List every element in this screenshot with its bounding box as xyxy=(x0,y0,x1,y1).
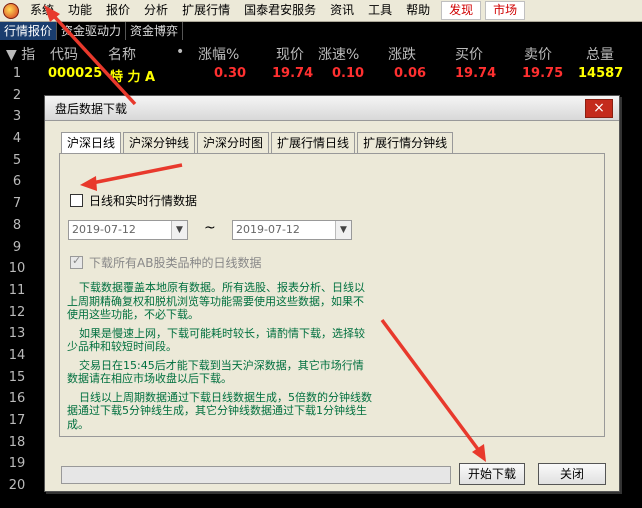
bid: 19.74 xyxy=(455,66,497,81)
dialog-title: 盘后数据下载 xyxy=(55,102,128,116)
download-dialog: 盘后数据下载 × 沪深日线 沪深分钟线 沪深分时图 扩展行情日线 扩展行情分钟线… xyxy=(44,95,620,492)
ask: 19.75 xyxy=(522,66,564,81)
dialog-tabs: 沪深日线 沪深分钟线 沪深分时图 扩展行情日线 扩展行情分钟线 xyxy=(61,132,455,155)
close-button[interactable]: 关闭 xyxy=(538,463,606,485)
stock-code: 000025 xyxy=(48,66,103,81)
price: 19.74 xyxy=(272,66,314,81)
start-date-picker[interactable]: 2019-07-12 ▼ xyxy=(68,220,188,240)
menu-tools[interactable]: 工具 xyxy=(361,0,399,21)
tab-capital-game[interactable]: 资金博弈 xyxy=(126,22,184,40)
view-tabs: 行情报价 资金驱动力 资金博弈 xyxy=(0,22,642,40)
volume-header[interactable]: 总量 xyxy=(586,44,614,64)
index-header[interactable]: ▼ 指 xyxy=(6,44,35,64)
menu-broker-service[interactable]: 国泰君安服务 xyxy=(237,0,323,21)
price-header[interactable]: 现价 xyxy=(276,44,304,64)
menu-market[interactable]: 市场 xyxy=(485,1,526,20)
ask-header[interactable]: 卖价 xyxy=(524,44,552,64)
tab-sh-sz-daily[interactable]: 沪深日线 xyxy=(61,132,122,155)
volume: 14587 xyxy=(578,66,624,81)
menu-bar: 系统 功能 报价 分析 扩展行情 国泰君安服务 资讯 工具 帮助 发现 市场 xyxy=(0,0,642,22)
bid-header[interactable]: 买价 xyxy=(455,44,483,64)
tab-capital-drive[interactable]: 资金驱动力 xyxy=(57,22,127,40)
menu-analysis[interactable]: 分析 xyxy=(137,0,175,21)
speed-header[interactable]: 涨速% xyxy=(318,44,359,64)
menu-quote[interactable]: 报价 xyxy=(99,0,137,21)
tab-ext-minute[interactable]: 扩展行情分钟线 xyxy=(357,132,454,154)
dialog-titlebar[interactable]: 盘后数据下载 × xyxy=(45,96,619,121)
change-pct-header[interactable]: 涨幅% xyxy=(198,44,239,64)
dot-header: • xyxy=(176,44,185,60)
menu-help[interactable]: 帮助 xyxy=(399,0,437,21)
app-logo-icon xyxy=(3,2,19,19)
note-paragraph: 交易日在15:45后才能下载到当天沪深数据，其它市场行情数据请在相应市场收盘以后… xyxy=(67,358,364,386)
start-download-button[interactable]: 开始下载 xyxy=(459,463,525,485)
name-header[interactable]: 名称 xyxy=(108,44,136,64)
download-notes: 下载数据覆盖本地原有数据。所有选股、报表分析、日线以上周期精确复权和脱机浏览等功… xyxy=(67,281,372,436)
ab-share-checkbox xyxy=(70,254,83,269)
tab-ext-daily[interactable]: 扩展行情日线 xyxy=(271,132,356,154)
change-pct: 0.30 xyxy=(214,66,247,81)
daily-data-checkbox[interactable] xyxy=(70,194,83,207)
menu-discover[interactable]: 发现 xyxy=(441,1,482,20)
menu-extended-market[interactable]: 扩展行情 xyxy=(175,0,237,21)
quote-table-header: ▼ 指 代码 名称 • 涨幅% 现价 涨速% 涨跌 买价 卖价 总量 xyxy=(0,41,642,63)
change: 0.06 xyxy=(394,66,427,81)
code-header[interactable]: 代码 xyxy=(50,44,78,64)
tab-sh-sz-timeshare[interactable]: 沪深分时图 xyxy=(197,132,270,154)
dialog-close-icon[interactable]: × xyxy=(585,99,613,118)
stock-name: 特 力 A xyxy=(110,70,156,85)
speed: 0.10 xyxy=(332,66,365,81)
daily-data-label: 日线和实时行情数据 xyxy=(89,194,198,208)
daily-data-option[interactable]: 日线和实时行情数据 xyxy=(70,192,197,209)
ab-share-label: 下载所有AB股类品种的日线数据 xyxy=(89,256,262,270)
menu-function[interactable]: 功能 xyxy=(61,0,99,21)
tab-quotes[interactable]: 行情报价 xyxy=(0,22,58,40)
note-paragraph: 下载数据覆盖本地原有数据。所有选股、报表分析、日线以上周期精确复权和脱机浏览等功… xyxy=(67,281,365,321)
tab-sh-sz-minute[interactable]: 沪深分钟线 xyxy=(123,132,196,154)
note-paragraph: 如果是慢速上网，下载可能耗时较长，请酌情下载，选择较少品种和较短时间段。 xyxy=(67,326,365,354)
download-progress-bar xyxy=(61,466,451,484)
chevron-down-icon[interactable]: ▼ xyxy=(171,221,187,239)
menu-system[interactable]: 系统 xyxy=(23,0,61,21)
date-range-separator: ~ xyxy=(204,220,216,236)
change-header[interactable]: 涨跌 xyxy=(388,44,416,64)
ab-share-option: 下载所有AB股类品种的日线数据 xyxy=(70,254,261,271)
menu-news[interactable]: 资讯 xyxy=(323,0,361,21)
end-date-picker[interactable]: 2019-07-12 ▼ xyxy=(232,220,352,240)
note-paragraph: 日线以上周期数据通过下载日线数据生成，5倍数的分钟线数据通过下载5分钟线生成，其… xyxy=(67,390,372,431)
chevron-down-icon[interactable]: ▼ xyxy=(335,221,351,239)
table-row[interactable]: 1 000025 特 力 A 0.30 19.74 0.10 0.06 19.7… xyxy=(0,63,642,85)
